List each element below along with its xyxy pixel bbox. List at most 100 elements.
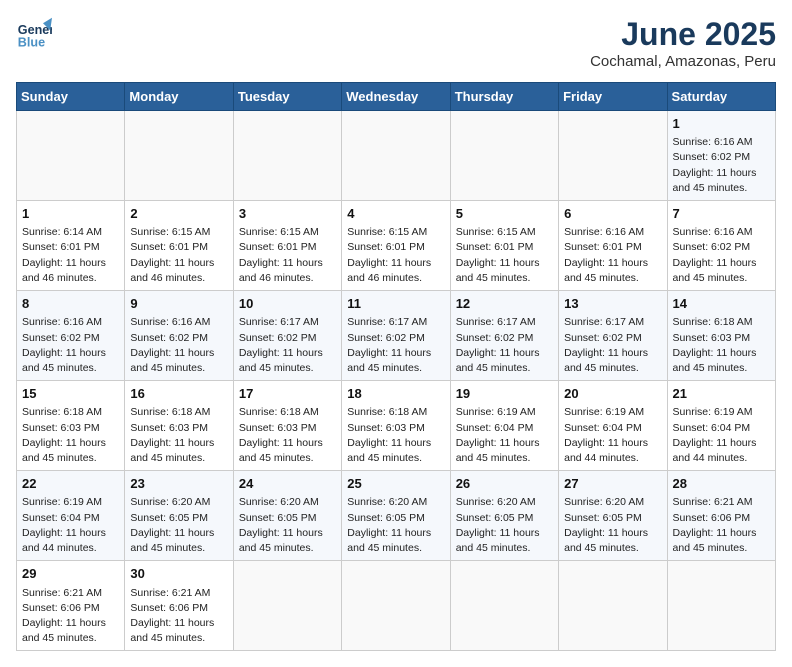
calendar-day-cell: 14Sunrise: 6:18 AMSunset: 6:03 PMDayligh… [667, 291, 775, 381]
calendar-week-row: 8Sunrise: 6:16 AMSunset: 6:02 PMDaylight… [17, 291, 776, 381]
calendar-week-row: 22Sunrise: 6:19 AMSunset: 6:04 PMDayligh… [17, 471, 776, 561]
day-info: Sunrise: 6:19 AMSunset: 6:04 PMDaylight:… [673, 405, 770, 466]
day-info: Sunrise: 6:17 AMSunset: 6:02 PMDaylight:… [239, 315, 336, 376]
day-info: Sunrise: 6:21 AMSunset: 6:06 PMDaylight:… [673, 495, 770, 556]
day-info: Sunrise: 6:17 AMSunset: 6:02 PMDaylight:… [564, 315, 661, 376]
calendar-day-cell [450, 561, 558, 651]
calendar-header-cell: Tuesday [233, 83, 341, 111]
day-number: 26 [456, 475, 553, 493]
calendar-day-cell: 1 Sunrise: 6:14 AMSunset: 6:01 PMDaylight… [17, 201, 125, 291]
calendar-header-cell: Thursday [450, 83, 558, 111]
calendar-table: SundayMondayTuesdayWednesdayThursdayFrid… [16, 82, 776, 651]
calendar-day-cell [342, 561, 450, 651]
calendar-day-cell: 26 Sunrise: 6:20 AMSunset: 6:05 PMDayligh… [450, 471, 558, 561]
day-info: Sunrise: 6:19 AMSunset: 6:04 PMDaylight:… [564, 405, 661, 466]
day-number: 24 [239, 475, 336, 493]
day-number: 4 [347, 205, 444, 223]
calendar-day-cell: 17 Sunrise: 6:18 AMSunset: 6:03 PMDayligh… [233, 381, 341, 471]
calendar-day-cell: 27Sunrise: 6:20 AMSunset: 6:05 PMDayligh… [559, 471, 667, 561]
calendar-day-cell: 11 Sunrise: 6:17 AMSunset: 6:02 PMDayligh… [342, 291, 450, 381]
day-number: 9 [130, 295, 227, 313]
calendar-header-row: SundayMondayTuesdayWednesdayThursdayFrid… [17, 83, 776, 111]
calendar-day-cell: 15 Sunrise: 6:18 AMSunset: 6:03 PMDayligh… [17, 381, 125, 471]
day-info: Sunrise: 6:20 AMSunset: 6:05 PMDaylight:… [347, 495, 444, 556]
calendar-day-cell: 28 Sunrise: 6:21 AMSunset: 6:06 PMDayligh… [667, 471, 775, 561]
day-number: 23 [130, 475, 227, 493]
title-area: June 2025 Cochamal, Amazonas, Peru [590, 16, 776, 70]
day-number: 19 [456, 385, 553, 403]
day-number: 6 [564, 205, 661, 223]
day-info: Sunrise: 6:20 AMSunset: 6:05 PMDaylight:… [456, 495, 553, 556]
day-info: Sunrise: 6:18 AMSunset: 6:03 PMDaylight:… [22, 405, 119, 466]
day-number: 15 [22, 385, 119, 403]
day-number: 10 [239, 295, 336, 313]
calendar-day-cell: 21 Sunrise: 6:19 AMSunset: 6:04 PMDayligh… [667, 381, 775, 471]
day-info: Sunrise: 6:15 AMSunset: 6:01 PMDaylight:… [130, 225, 227, 286]
calendar-day-cell: 3 Sunrise: 6:15 AMSunset: 6:01 PMDaylight… [233, 201, 341, 291]
day-number: 17 [239, 385, 336, 403]
day-number: 3 [239, 205, 336, 223]
day-number: 16 [130, 385, 227, 403]
day-info: Sunrise: 6:14 AMSunset: 6:01 PMDaylight:… [22, 225, 119, 286]
calendar-day-cell [342, 111, 450, 201]
calendar-header-cell: Friday [559, 83, 667, 111]
logo-icon: General Blue [16, 16, 52, 52]
calendar-week-row: 1 Sunrise: 6:14 AMSunset: 6:01 PMDaylight… [17, 201, 776, 291]
day-number: 14 [673, 295, 770, 313]
calendar-day-cell: 23 Sunrise: 6:20 AMSunset: 6:05 PMDayligh… [125, 471, 233, 561]
day-info: Sunrise: 6:16 AMSunset: 6:02 PMDaylight:… [22, 315, 119, 376]
day-number: 27 [564, 475, 661, 493]
day-number: 13 [564, 295, 661, 313]
day-number: 20 [564, 385, 661, 403]
day-info: Sunrise: 6:18 AMSunset: 6:03 PMDaylight:… [239, 405, 336, 466]
day-number: 21 [673, 385, 770, 403]
calendar-day-cell: 24 Sunrise: 6:20 AMSunset: 6:05 PMDayligh… [233, 471, 341, 561]
day-info: Sunrise: 6:20 AMSunset: 6:05 PMDaylight:… [130, 495, 227, 556]
calendar-week-row: 1Sunrise: 6:16 AMSunset: 6:02 PMDaylight… [17, 111, 776, 201]
calendar-day-cell [17, 111, 125, 201]
calendar-day-cell: 10 Sunrise: 6:17 AMSunset: 6:02 PMDayligh… [233, 291, 341, 381]
calendar-day-cell [559, 111, 667, 201]
svg-text:Blue: Blue [18, 36, 45, 50]
day-number: 1 [673, 115, 770, 133]
calendar-day-cell: 7 Sunrise: 6:16 AMSunset: 6:02 PMDaylight… [667, 201, 775, 291]
day-info: Sunrise: 6:15 AMSunset: 6:01 PMDaylight:… [347, 225, 444, 286]
calendar-header-cell: Monday [125, 83, 233, 111]
page-header: General Blue June 2025 Cochamal, Amazona… [16, 16, 776, 70]
calendar-week-row: 29Sunrise: 6:21 AMSunset: 6:06 PMDayligh… [17, 561, 776, 651]
calendar-day-cell [233, 111, 341, 201]
day-info: Sunrise: 6:17 AMSunset: 6:02 PMDaylight:… [347, 315, 444, 376]
calendar-day-cell [559, 561, 667, 651]
calendar-header-cell: Wednesday [342, 83, 450, 111]
day-info: Sunrise: 6:19 AMSunset: 6:04 PMDaylight:… [456, 405, 553, 466]
calendar-day-cell: 8Sunrise: 6:16 AMSunset: 6:02 PMDaylight… [17, 291, 125, 381]
calendar-day-cell: 19 Sunrise: 6:19 AMSunset: 6:04 PMDayligh… [450, 381, 558, 471]
calendar-body: 1 Sunrise: 6:16 AMSunset: 6:02 PMDaylight… [17, 111, 776, 651]
day-number: 25 [347, 475, 444, 493]
day-info: Sunrise: 6:16 AMSunset: 6:02 PMDaylight:… [673, 225, 770, 286]
day-number: 11 [347, 295, 444, 313]
day-info: Sunrise: 6:18 AMSunset: 6:03 PMDaylight:… [347, 405, 444, 466]
day-number: 22 [22, 475, 119, 493]
calendar-day-cell: 30Sunrise: 6:21 AMSunset: 6:06 PMDayligh… [125, 561, 233, 651]
day-info: Sunrise: 6:15 AMSunset: 6:01 PMDaylight:… [239, 225, 336, 286]
day-number: 7 [673, 205, 770, 223]
calendar-day-cell: 4 Sunrise: 6:15 AMSunset: 6:01 PMDaylight… [342, 201, 450, 291]
day-number: 29 [22, 565, 119, 583]
calendar-day-cell: 6 Sunrise: 6:16 AMSunset: 6:01 PMDaylight… [559, 201, 667, 291]
day-number: 1 [22, 205, 119, 223]
main-title: June 2025 [590, 16, 776, 53]
day-info: Sunrise: 6:16 AMSunset: 6:01 PMDaylight:… [564, 225, 661, 286]
calendar-day-cell: 2Sunrise: 6:15 AMSunset: 6:01 PMDaylight… [125, 201, 233, 291]
calendar-header-cell: Saturday [667, 83, 775, 111]
calendar-day-cell: 16 Sunrise: 6:18 AMSunset: 6:03 PMDayligh… [125, 381, 233, 471]
calendar-week-row: 15 Sunrise: 6:18 AMSunset: 6:03 PMDayligh… [17, 381, 776, 471]
calendar-day-cell: 5Sunrise: 6:15 AMSunset: 6:01 PMDaylight… [450, 201, 558, 291]
calendar-day-cell: 22Sunrise: 6:19 AMSunset: 6:04 PMDayligh… [17, 471, 125, 561]
day-info: Sunrise: 6:18 AMSunset: 6:03 PMDaylight:… [130, 405, 227, 466]
calendar-day-cell [125, 111, 233, 201]
calendar-day-cell: 9Sunrise: 6:16 AMSunset: 6:02 PMDaylight… [125, 291, 233, 381]
calendar-day-cell: 13 Sunrise: 6:17 AMSunset: 6:02 PMDayligh… [559, 291, 667, 381]
day-info: Sunrise: 6:20 AMSunset: 6:05 PMDaylight:… [239, 495, 336, 556]
day-number: 28 [673, 475, 770, 493]
